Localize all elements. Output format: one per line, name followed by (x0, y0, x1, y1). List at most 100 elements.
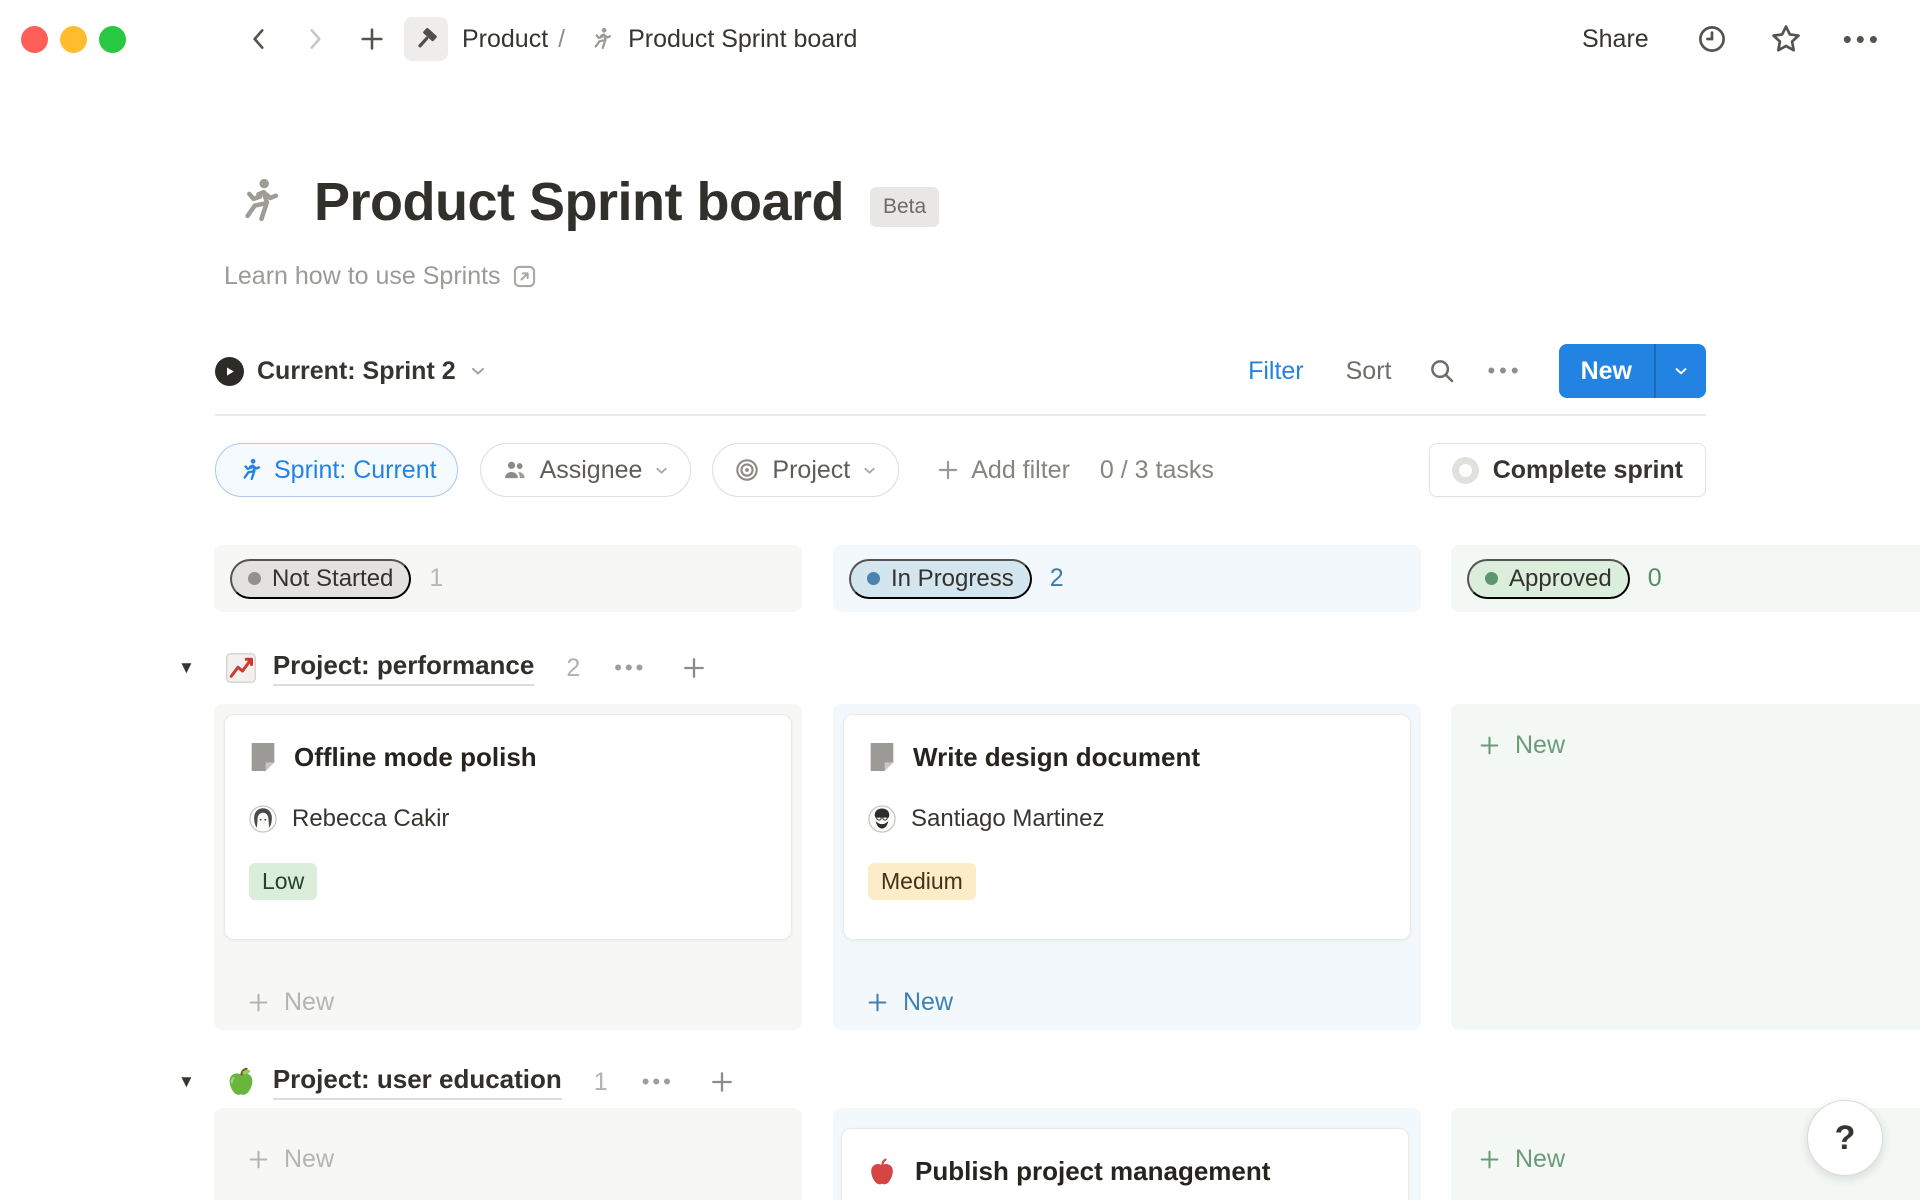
group-options-icon[interactable]: ••• (608, 654, 652, 682)
assignee-row: Santiago Martinez (868, 805, 1386, 833)
assignee-name: Santiago Martinez (911, 805, 1104, 833)
column-not-started-user-education: New (214, 1108, 802, 1200)
viewbar-actions: Filter Sort ••• New (1242, 344, 1706, 398)
topbar: Product / Product Sprint board Share ••• (0, 0, 1920, 78)
group-add-icon[interactable] (702, 1067, 742, 1097)
card-write-design-document[interactable]: Write design document Santiago Martinez … (843, 714, 1411, 940)
progress-ring-icon (1452, 457, 1479, 484)
group-options-icon[interactable]: ••• (636, 1068, 680, 1096)
status-label: In Progress (891, 565, 1014, 593)
add-card-label: New (284, 1145, 334, 1174)
window-minimize-button[interactable] (60, 26, 87, 53)
card-title: Publish project management (915, 1156, 1270, 1187)
play-circle-icon (215, 357, 244, 386)
page-title: Product Sprint board (314, 171, 844, 233)
people-icon (501, 456, 529, 484)
add-filter-label: Add filter (971, 456, 1070, 485)
sort-button[interactable]: Sort (1340, 356, 1398, 387)
task-progress-label: 0 / 3 tasks (1100, 456, 1214, 485)
view-options-icon[interactable]: ••• (1487, 358, 1522, 384)
plus-icon (246, 1147, 271, 1172)
add-filter-button[interactable]: Add filter (929, 455, 1076, 486)
viewbar-divider (215, 414, 1706, 416)
back-icon[interactable] (246, 24, 272, 54)
priority-badge: Low (249, 863, 317, 900)
sidebar-menu-icon[interactable] (180, 26, 216, 52)
avatar (249, 805, 277, 833)
status-pill-approved[interactable]: Approved (1467, 559, 1630, 599)
complete-sprint-button[interactable]: Complete sprint (1429, 443, 1706, 497)
status-dot-icon (1485, 572, 1498, 585)
new-button-dropdown-icon[interactable] (1656, 344, 1706, 398)
favorite-star-icon[interactable] (1769, 22, 1803, 56)
sprint-filter-pill[interactable]: Sprint: Current (215, 443, 458, 497)
new-button[interactable]: New (1559, 344, 1706, 398)
topbar-actions: Share ••• (1576, 22, 1920, 56)
status-pill-not-started[interactable]: Not Started (230, 559, 411, 599)
updates-clock-icon[interactable] (1695, 22, 1729, 56)
share-button[interactable]: Share (1576, 24, 1655, 55)
view-label: Current: Sprint 2 (257, 357, 456, 386)
group-count: 2 (566, 654, 580, 683)
learn-sprints-label: Learn how to use Sprints (224, 262, 501, 291)
status-pill-in-progress[interactable]: In Progress (849, 559, 1032, 599)
column-header-in-progress: In Progress 2 (833, 545, 1421, 612)
breadcrumb-current[interactable]: Product Sprint board (628, 25, 857, 54)
card-publish-project-management[interactable]: Publish project management (841, 1128, 1409, 1200)
green-apple-icon (223, 1064, 259, 1100)
priority-badge: Medium (868, 863, 976, 900)
column-approved-performance: New (1451, 704, 1920, 1030)
card-title: Offline mode polish (294, 742, 537, 773)
column-header-not-started: Not Started 1 (214, 545, 802, 612)
add-card-button[interactable]: New (240, 987, 340, 1018)
plus-icon (246, 990, 271, 1015)
sprint-runner-icon (236, 457, 263, 484)
assignee-filter-label: Assignee (540, 456, 643, 485)
breadcrumb-parent[interactable]: Product (462, 25, 548, 54)
red-apple-icon (866, 1155, 898, 1187)
breadcrumb: Product / Product Sprint board (448, 25, 857, 54)
chart-increasing-icon (223, 650, 259, 686)
app-window: Product / Product Sprint board Share •••… (0, 0, 1920, 1200)
card-title: Write design document (913, 742, 1200, 773)
chevron-down-icon (653, 462, 670, 479)
view-tab-current-sprint[interactable]: Current: Sprint 2 (215, 357, 488, 386)
add-card-button[interactable]: New (240, 1144, 340, 1175)
column-count: 1 (429, 564, 443, 593)
column-in-progress-user-education: Publish project management (833, 1108, 1421, 1200)
help-button[interactable]: ? (1807, 1100, 1883, 1176)
status-dot-icon (248, 572, 261, 585)
group-title[interactable]: Project: user education (273, 1064, 562, 1100)
page-doc-icon (249, 741, 277, 773)
group-add-icon[interactable] (674, 653, 714, 683)
window-close-button[interactable] (21, 26, 48, 53)
assignee-filter-pill[interactable]: Assignee (480, 443, 692, 497)
assignee-row: Rebecca Cakir (249, 805, 767, 833)
more-options-icon[interactable]: ••• (1843, 24, 1882, 55)
filter-row: Sprint: Current Assignee Project Add fil… (215, 443, 1706, 497)
column-not-started-performance: Offline mode polish Rebecca Cakir Low Ne… (214, 704, 802, 1030)
page-doc-icon (868, 741, 896, 773)
filter-button[interactable]: Filter (1242, 356, 1310, 387)
group-header-performance: ▼ Project: performance 2 ••• (178, 646, 714, 690)
window-zoom-button[interactable] (99, 26, 126, 53)
project-filter-pill[interactable]: Project (712, 443, 899, 497)
page-header: Product Sprint board Beta (230, 160, 939, 244)
add-card-label: New (1515, 731, 1565, 760)
add-card-label: New (903, 988, 953, 1017)
card-offline-mode-polish[interactable]: Offline mode polish Rebecca Cakir Low (224, 714, 792, 940)
assignee-name: Rebecca Cakir (292, 805, 449, 833)
search-icon[interactable] (1427, 356, 1457, 386)
collapse-triangle-icon[interactable]: ▼ (178, 658, 195, 678)
learn-sprints-link[interactable]: Learn how to use Sprints (224, 262, 538, 291)
column-in-progress-performance: Write design document Santiago Martinez … (833, 704, 1421, 1030)
add-card-button[interactable]: New (1471, 730, 1571, 761)
collapse-triangle-icon[interactable]: ▼ (178, 1072, 195, 1092)
add-card-button[interactable]: New (1471, 1144, 1571, 1175)
external-link-icon (511, 263, 538, 290)
group-title[interactable]: Project: performance (273, 650, 535, 686)
forward-icon[interactable] (302, 24, 328, 54)
add-card-button[interactable]: New (859, 987, 959, 1018)
add-card-label: New (1515, 1145, 1565, 1174)
new-page-icon[interactable] (358, 25, 386, 53)
